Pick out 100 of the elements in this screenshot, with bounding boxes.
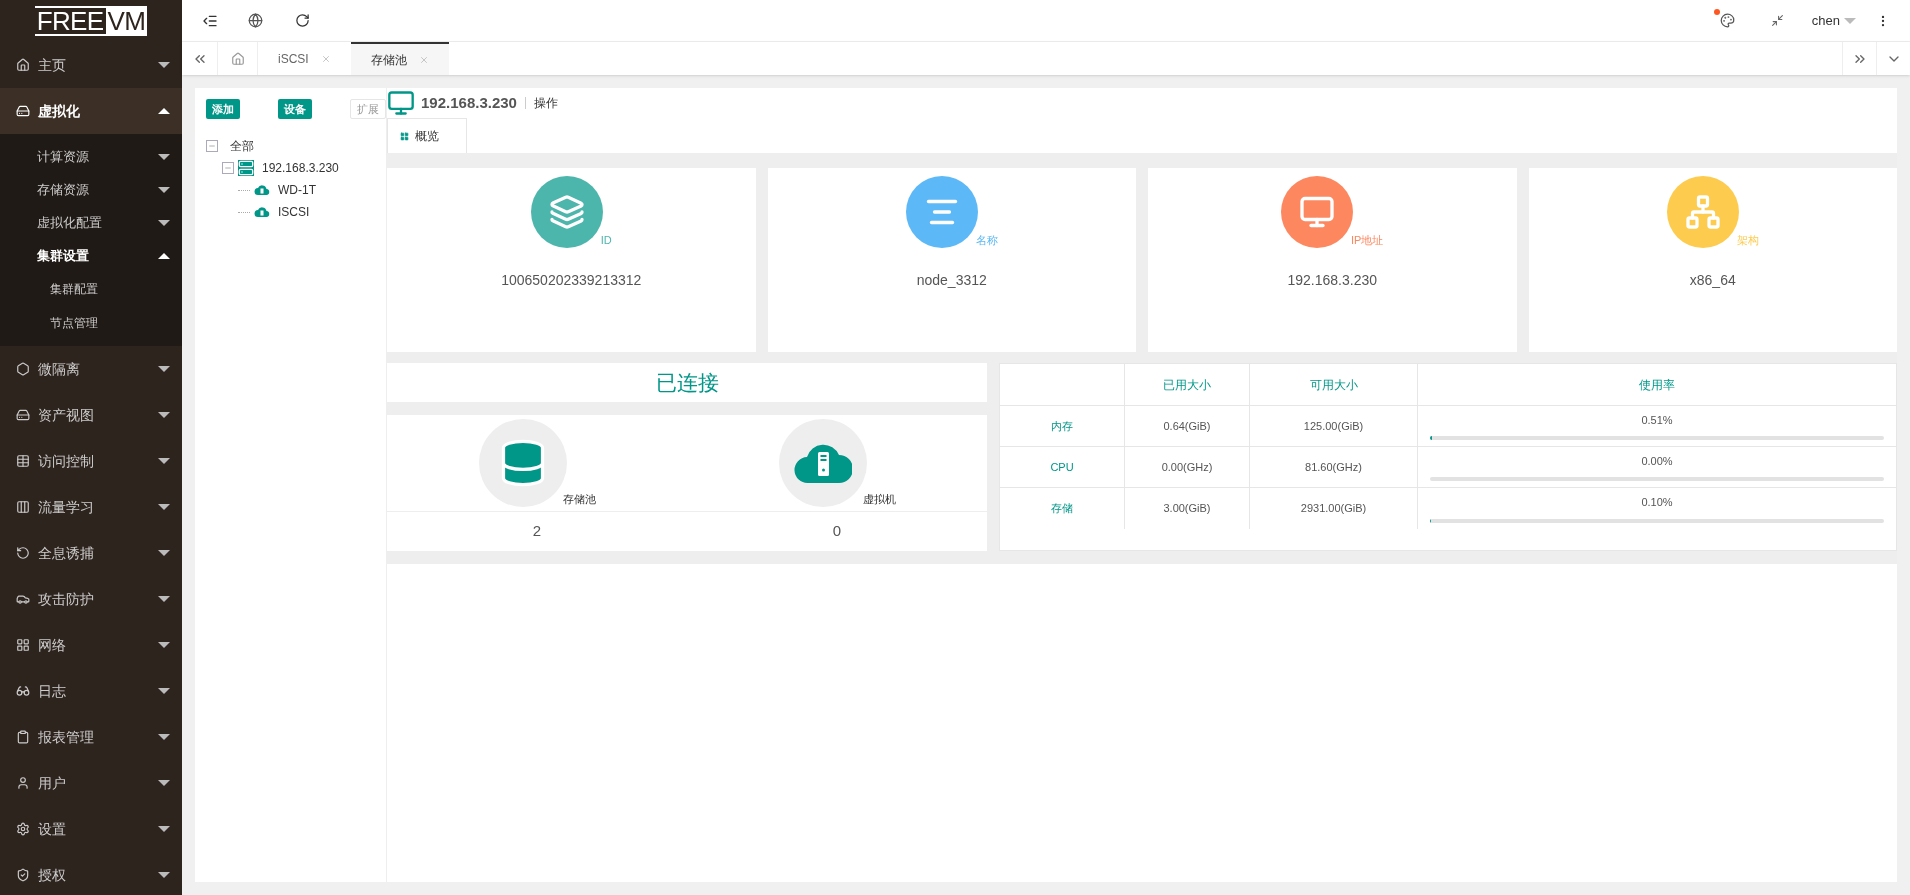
minus-icon — [208, 142, 216, 150]
table-cell-text: 2931.00(GiB) — [1300, 501, 1367, 517]
shield-icon — [16, 868, 30, 882]
card-value: 192.168.3.230 — [1287, 271, 1377, 290]
sidebar-item[interactable]: 访问控制 — [0, 438, 182, 484]
sidebar-item[interactable]: 资产视图 — [0, 392, 182, 438]
submenu-item[interactable]: 节点管理 — [0, 306, 182, 340]
submenu-item[interactable]: 集群配置 — [0, 272, 182, 306]
globe-icon[interactable] — [248, 13, 263, 28]
usage-rate: 0.00% — [1641, 453, 1673, 469]
user-menu[interactable]: chen — [1811, 10, 1856, 31]
close-icon[interactable] — [320, 53, 331, 64]
grid-icon — [16, 638, 30, 652]
car-icon — [16, 592, 30, 606]
caret-down-icon — [158, 62, 170, 68]
tree-label[interactable]: 全部 — [230, 137, 254, 155]
caret-down-icon — [158, 458, 170, 464]
submenu-item[interactable]: 存储资源 — [0, 173, 182, 206]
sidebar-item[interactable]: 授权 — [0, 852, 182, 895]
collapse-toggle[interactable] — [222, 162, 234, 174]
close-icon[interactable] — [418, 54, 429, 65]
count-label: 存储池 — [562, 491, 596, 507]
status-text: 已连接 — [387, 363, 987, 402]
caret-down-icon — [158, 550, 170, 556]
drive-icon — [16, 408, 30, 422]
caret-down-icon — [158, 780, 170, 786]
refresh-icon[interactable] — [295, 13, 310, 28]
grid-icon — [400, 131, 409, 141]
clipboard-icon — [16, 730, 30, 744]
card-value: x86_64 — [1689, 271, 1736, 290]
caret-down-icon — [1844, 17, 1856, 24]
sidebar-item[interactable]: 全息诱捕 — [0, 530, 182, 576]
logo: FREEVM — [34, 6, 148, 36]
palette-icon[interactable] — [1719, 13, 1735, 28]
usage-rate: 0.51% — [1641, 412, 1673, 428]
cloud-icon — [254, 206, 270, 218]
card-label: ID — [600, 232, 612, 248]
table-cell-text: 0.00(GHz) — [1161, 459, 1213, 475]
caret-down-icon — [158, 366, 170, 372]
caret-down-icon — [158, 688, 170, 694]
caret-down-icon — [158, 412, 170, 418]
column-header: 已用大小 — [1163, 376, 1211, 394]
caret-down-icon — [158, 826, 170, 832]
home-icon — [16, 58, 30, 72]
monitor-icon — [387, 89, 415, 117]
settings-icon — [16, 822, 30, 836]
home-icon — [230, 51, 245, 66]
card-label: 名称 — [975, 232, 998, 248]
row-label: 内存 — [1051, 418, 1073, 434]
submenu-item[interactable]: 虚拟化配置 — [0, 206, 182, 239]
sidebar-item[interactable]: 网络 — [0, 622, 182, 668]
caret-down-icon — [158, 596, 170, 602]
caret-down-icon — [158, 642, 170, 648]
count-label: 虚拟机 — [862, 491, 896, 507]
card-value: 100650202339213312 — [501, 271, 642, 290]
card-label: IP地址 — [1351, 232, 1384, 248]
sidebar-item[interactable]: 用户 — [0, 760, 182, 806]
submenu-item[interactable]: 计算资源 — [0, 140, 182, 173]
sidebar-item[interactable]: 设置 — [0, 806, 182, 852]
table-cell-text: 3.00(GiB) — [1163, 501, 1211, 517]
caret-down-icon — [158, 504, 170, 510]
node-title: 192.168.3.230 — [421, 92, 517, 113]
tree-label[interactable]: WD-1T — [278, 181, 316, 199]
minus-icon — [224, 164, 232, 172]
action-link[interactable]: 操作 — [533, 94, 558, 112]
caret-down-icon — [158, 872, 170, 878]
tree-label[interactable]: ISCSI — [278, 203, 310, 221]
column-header: 可用大小 — [1309, 376, 1358, 394]
table-cell-text: 125.00(GiB) — [1303, 418, 1364, 434]
table-icon — [16, 454, 30, 468]
tree-label[interactable]: 192.168.3.230 — [262, 159, 339, 177]
fullscreen-icon[interactable] — [1770, 14, 1784, 27]
count-value: 2 — [532, 521, 542, 542]
row-label: CPU — [1050, 459, 1074, 475]
sidebar-item[interactable]: 微隔离 — [0, 346, 182, 392]
tab[interactable]: 存储池 — [350, 42, 449, 75]
sidebar-item[interactable]: 流量学习 — [0, 484, 182, 530]
panel-button[interactable]: 添加 — [206, 99, 240, 119]
row-label: 存储 — [1051, 501, 1073, 517]
sidebar-item[interactable]: 虚拟化 — [0, 88, 182, 134]
sidebar-item[interactable]: 攻击防护 — [0, 576, 182, 622]
tab[interactable]: iSCSI — [258, 42, 351, 75]
panel-button[interactable]: 设备 — [278, 99, 312, 119]
cycle-icon — [16, 546, 30, 560]
collapse-toggle[interactable] — [206, 140, 218, 152]
sidebar-item[interactable]: 报表管理 — [0, 714, 182, 760]
table-cell-text: 0.64(GiB) — [1163, 418, 1211, 434]
caret-up-icon — [158, 252, 170, 259]
user-icon — [16, 776, 30, 790]
server-icon — [238, 160, 254, 176]
hexagon-icon — [16, 362, 30, 376]
sidebar-item[interactable]: 日志 — [0, 668, 182, 714]
caret-up-icon — [158, 108, 170, 114]
caret-down-icon — [158, 186, 170, 193]
glasses-icon — [16, 684, 30, 698]
card-label: 架构 — [1736, 232, 1759, 248]
sidebar-item[interactable]: 主页 — [0, 42, 182, 88]
submenu-item[interactable]: 集群设置 — [0, 239, 182, 272]
columns-icon — [16, 500, 30, 514]
table-cell-text: 81.60(GHz) — [1305, 459, 1362, 475]
